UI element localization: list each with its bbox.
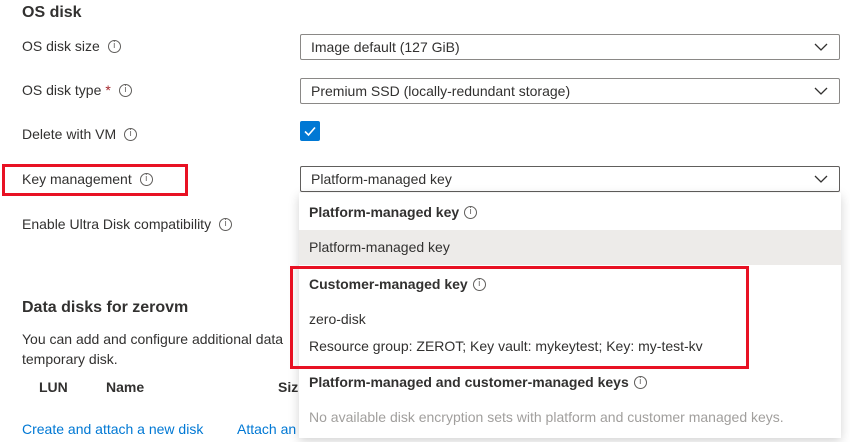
dropdown-empty-message: No available disk encryption sets with p…: [309, 409, 784, 425]
data-disks-description-line1: You can add and configure additional dat…: [22, 331, 284, 347]
delete-with-vm-label: Delete with VM i: [22, 126, 138, 142]
section-title-data-disks: Data disks for zerovm: [22, 299, 189, 316]
dropdown-group-header-platform: Platform-managed key i: [309, 204, 478, 220]
customer-managed-key-highlight: [290, 266, 749, 369]
data-disks-description: You can add and configure additional dat…: [22, 329, 300, 369]
info-icon[interactable]: i: [118, 83, 132, 97]
chevron-down-icon: [814, 87, 828, 95]
os-disk-size-value: Image default (127 GiB): [311, 39, 460, 55]
os-disk-size-label: OS disk size i: [22, 38, 121, 54]
info-icon[interactable]: i: [219, 217, 233, 231]
delete-with-vm-checkbox[interactable]: [300, 121, 320, 141]
os-disk-type-select[interactable]: Premium SSD (locally-redundant storage): [300, 78, 840, 104]
os-disk-type-label: OS disk type * i: [22, 82, 132, 98]
chevron-down-icon: [814, 43, 828, 51]
column-header-size[interactable]: Siz: [278, 379, 298, 395]
key-management-select[interactable]: Platform-managed key: [300, 166, 840, 192]
chevron-down-icon: [814, 175, 828, 183]
column-header-lun[interactable]: LUN: [39, 379, 68, 395]
checkmark-icon: [304, 126, 316, 137]
dropdown-option-label: Platform-managed key: [309, 239, 450, 255]
info-icon[interactable]: i: [124, 127, 138, 141]
info-icon[interactable]: i: [633, 375, 647, 389]
os-disk-size-label-text: OS disk size: [22, 38, 100, 54]
info-icon[interactable]: i: [464, 205, 478, 219]
dropdown-option-platform-managed-key[interactable]: Platform-managed key: [299, 230, 841, 265]
key-management-value: Platform-managed key: [311, 171, 452, 187]
data-disks-description-line2: temporary disk.: [22, 351, 118, 367]
ultra-disk-label: Enable Ultra Disk compatibility i: [22, 216, 233, 232]
attach-existing-disk-link[interactable]: Attach an: [237, 421, 296, 437]
key-management-label: Key management i: [22, 171, 153, 187]
info-icon[interactable]: i: [139, 172, 153, 186]
info-icon[interactable]: i: [107, 39, 121, 53]
dropdown-group-header-double-encryption: Platform-managed and customer-managed ke…: [309, 374, 647, 390]
delete-with-vm-label-text: Delete with VM: [22, 126, 117, 142]
key-management-label-text: Key management: [22, 171, 132, 187]
required-marker: *: [105, 82, 111, 98]
os-disk-size-select[interactable]: Image default (127 GiB): [300, 34, 840, 60]
dropdown-group-header-double-encryption-text: Platform-managed and customer-managed ke…: [309, 374, 629, 390]
column-header-name[interactable]: Name: [106, 379, 144, 395]
os-disk-type-label-text: OS disk type: [22, 82, 102, 98]
ultra-disk-label-text: Enable Ultra Disk compatibility: [22, 216, 212, 232]
dropdown-group-header-platform-text: Platform-managed key: [309, 204, 460, 220]
section-title-os-disk: OS disk: [22, 4, 82, 21]
os-disk-type-value: Premium SSD (locally-redundant storage): [311, 83, 571, 99]
create-attach-disk-link[interactable]: Create and attach a new disk: [22, 421, 203, 437]
